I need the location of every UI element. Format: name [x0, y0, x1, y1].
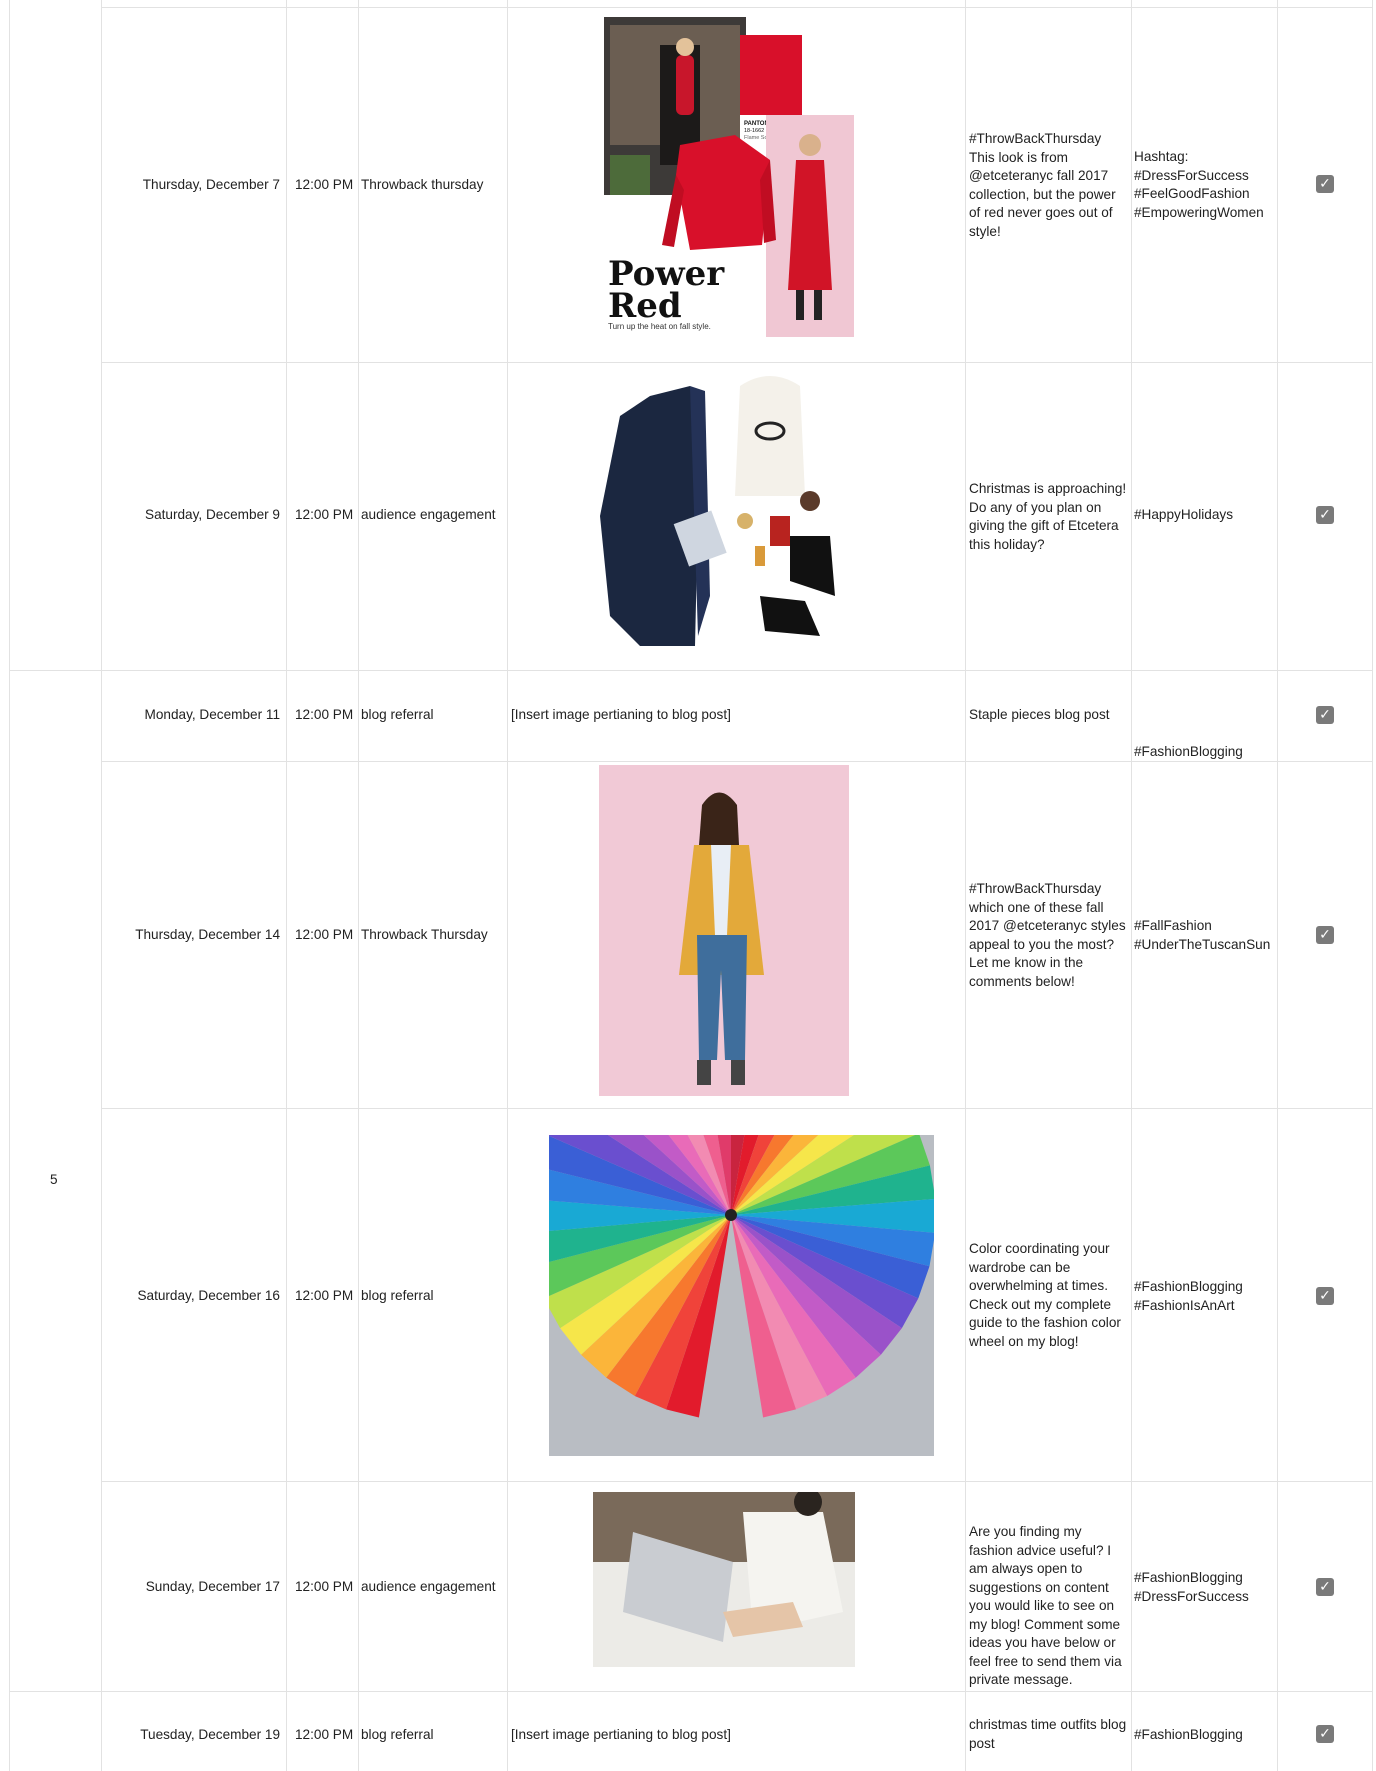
post-image-power-red: PANTONE® 18-1662 Flame Scarlet Power Red… — [600, 15, 856, 337]
collage-tagline: Turn up the heat on fall style. — [608, 322, 711, 331]
week-number: 5 — [50, 1172, 58, 1187]
flatlay-illustration — [600, 376, 835, 646]
post-date: Thursday, December 14 — [135, 927, 280, 942]
collage-title-line2: Red — [608, 286, 682, 326]
grid-line — [9, 1691, 1373, 1692]
checkbox-checked-icon[interactable]: ✓ — [1316, 706, 1334, 724]
post-hashtags: #FashionBlogging — [1134, 744, 1243, 759]
post-date: Saturday, December 16 — [137, 1288, 280, 1303]
grid-line — [358, 0, 359, 1771]
post-caption: Color coordinating your wardrobe can be … — [969, 1241, 1121, 1349]
grid-line — [1277, 0, 1278, 1771]
post-type: blog referral — [361, 707, 434, 722]
post-image-flatlay — [580, 366, 858, 656]
checkbox-checked-icon[interactable]: ✓ — [1316, 1578, 1334, 1596]
post-caption: Staple pieces blog post — [969, 707, 1110, 722]
post-image-rainbow-umbrella — [549, 1135, 934, 1456]
checkbox-checked-icon[interactable]: ✓ — [1316, 1287, 1334, 1305]
post-image-mustard-coat — [599, 765, 849, 1096]
post-hashtags: Hashtag: #DressForSuccess #FeelGoodFashi… — [1134, 149, 1264, 220]
image-placeholder-text: [Insert image pertianing to blog post] — [511, 707, 731, 722]
post-time: 12:00 PM — [295, 927, 354, 942]
checkbox-checked-icon[interactable]: ✓ — [1316, 1725, 1334, 1743]
grid-line — [101, 1481, 1373, 1482]
post-caption: #ThrowBackThursday This look is from @et… — [969, 131, 1116, 239]
post-type: Throwback thursday — [361, 177, 484, 192]
post-hashtags: #FashionBlogging — [1134, 1727, 1243, 1742]
post-hashtags: #FashionBlogging #DressForSuccess — [1134, 1570, 1249, 1604]
post-time: 12:00 PM — [295, 707, 354, 722]
mustard-coat-illustration — [679, 792, 764, 1085]
grid-line — [1372, 0, 1373, 1771]
image-placeholder-text: [Insert image pertianing to blog post] — [511, 1727, 731, 1742]
grid-line — [965, 0, 966, 1771]
post-hashtags: #FashionBlogging #FashionIsAnArt — [1134, 1279, 1243, 1313]
grid-line — [1131, 0, 1132, 1771]
post-hashtags: #HappyHolidays — [1134, 507, 1233, 522]
post-caption: Christmas is approaching! Do any of you … — [969, 481, 1127, 552]
grid-line — [101, 362, 1373, 363]
post-caption: Are you finding my fashion advice useful… — [969, 1524, 1122, 1687]
post-time: 12:00 PM — [295, 1579, 354, 1594]
post-type: audience engagement — [361, 1579, 496, 1594]
grid-line — [101, 1108, 1373, 1109]
rainbow-umbrella-illustration — [549, 1135, 934, 1418]
post-date: Thursday, December 7 — [142, 177, 280, 192]
umbrella-hub — [725, 1209, 737, 1221]
post-hashtags: #FallFashion #UnderTheTuscanSun — [1134, 918, 1271, 952]
grid-line — [101, 7, 1373, 8]
swatch-code: 18-1662 — [744, 128, 764, 134]
post-type: blog referral — [361, 1288, 434, 1303]
laptop-bed-illustration — [593, 1492, 855, 1667]
post-caption: #ThrowBackThursday which one of these fa… — [969, 881, 1126, 989]
grid-line — [9, 670, 1373, 671]
post-date: Tuesday, December 19 — [140, 1727, 280, 1742]
post-time: 12:00 PM — [295, 507, 354, 522]
post-type: blog referral — [361, 1727, 434, 1742]
post-time: 12:00 PM — [295, 1288, 354, 1303]
post-date: Monday, December 11 — [144, 707, 281, 722]
post-date: Sunday, December 17 — [145, 1579, 280, 1594]
post-date: Saturday, December 9 — [145, 507, 280, 522]
checkbox-checked-icon[interactable]: ✓ — [1316, 175, 1334, 193]
grid-line — [286, 0, 287, 1771]
checkbox-checked-icon[interactable]: ✓ — [1316, 506, 1334, 524]
grid-line — [101, 0, 102, 1771]
post-time: 12:00 PM — [295, 1727, 354, 1742]
grid-line — [9, 0, 10, 1771]
post-type: Throwback Thursday — [361, 927, 488, 942]
grid-line — [507, 0, 508, 1771]
post-type: audience engagement — [361, 507, 496, 522]
post-caption: christmas time outfits blog post — [969, 1717, 1127, 1751]
post-time: 12:00 PM — [295, 177, 354, 192]
power-red-collage: PANTONE® 18-1662 Flame Scarlet Power Red… — [604, 17, 854, 337]
post-image-laptop-bed — [593, 1492, 855, 1667]
checkbox-checked-icon[interactable]: ✓ — [1316, 926, 1334, 944]
